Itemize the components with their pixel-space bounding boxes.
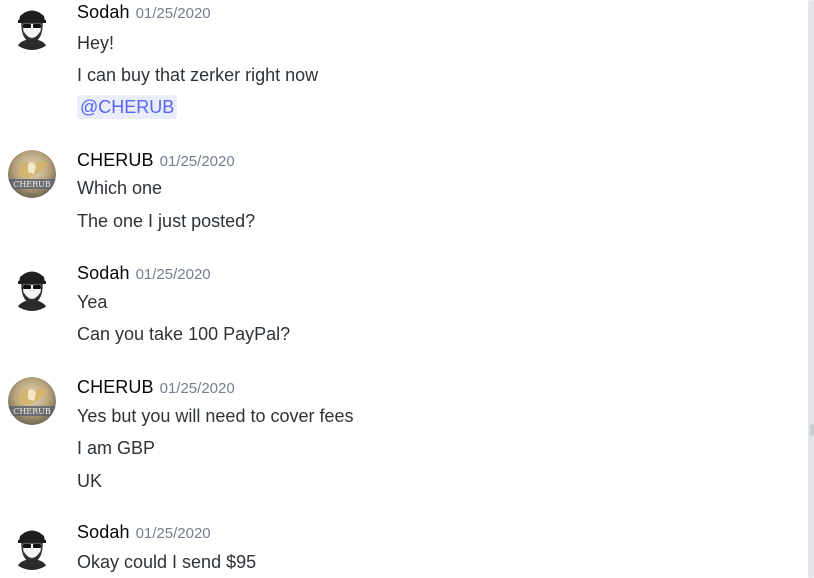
message-list: Sodah 01/25/2020 Hey! I can buy that zerk…	[0, 0, 808, 578]
message-text: Yea	[77, 292, 108, 312]
message-text: UK	[77, 471, 103, 491]
scroll-indicator	[810, 424, 814, 436]
timestamp: 01/25/2020	[159, 153, 235, 170]
avatar[interactable]	[8, 522, 56, 570]
message-group: CHERUB CHERUB 01/25/2020 Yes but you will…	[0, 377, 808, 497]
sodah-avatar-icon	[8, 522, 56, 570]
message-header: CHERUB 01/25/2020	[77, 377, 235, 401]
message-text: Yes but you will need to cover fees	[77, 406, 354, 426]
message-header: CHERUB 01/25/2020	[77, 150, 235, 174]
cherub-avatar-icon: CHERUB	[8, 150, 56, 198]
message-text: Which one	[77, 178, 163, 198]
username[interactable]: Sodah	[77, 2, 130, 22]
message-header: Sodah 01/25/2020	[77, 263, 211, 287]
message-group: Sodah 01/25/2020 Hey! I can buy that zerk…	[0, 2, 808, 122]
message-text: I can buy that zerker right now	[77, 65, 319, 85]
message-text: Okay could I send $95	[77, 552, 257, 572]
timestamp: 01/25/2020	[135, 5, 211, 22]
username[interactable]: Sodah	[77, 522, 130, 542]
message-group: CHERUB CHERUB 01/25/2020 Which one The on…	[0, 150, 808, 240]
message-header: Sodah 01/25/2020	[77, 2, 211, 26]
avatar[interactable]: CHERUB	[8, 150, 56, 198]
message-text: Can you take 100 PayPal?	[77, 324, 291, 344]
timestamp: 01/25/2020	[159, 380, 235, 397]
svg-text:CHERUB: CHERUB	[13, 407, 51, 416]
avatar[interactable]: CHERUB	[8, 377, 56, 425]
avatar[interactable]	[8, 2, 56, 50]
scrollbar[interactable]	[808, 0, 814, 578]
message-header: Sodah 01/25/2020	[77, 522, 211, 546]
message-mention-line: @CHERUB	[77, 95, 178, 119]
message-text: I am GBP	[77, 438, 156, 458]
username[interactable]: CHERUB	[77, 150, 154, 170]
avatar[interactable]	[8, 263, 56, 311]
username[interactable]: Sodah	[77, 263, 130, 283]
svg-text:CHERUB: CHERUB	[13, 180, 51, 189]
message-group: Sodah 01/25/2020 Yea Can you take 100 Pay…	[0, 263, 808, 353]
message-group: Sodah 01/25/2020 Okay could I send $95	[0, 522, 808, 578]
timestamp: 01/25/2020	[135, 266, 211, 283]
message-text: Hey!	[77, 33, 115, 53]
timestamp: 01/25/2020	[135, 525, 211, 542]
cherub-avatar-icon: CHERUB	[8, 377, 56, 425]
username[interactable]: CHERUB	[77, 377, 154, 397]
scrollbar-thumb[interactable]	[808, 0, 814, 578]
user-mention[interactable]: @CHERUB	[77, 95, 178, 119]
sodah-avatar-icon	[8, 263, 56, 311]
message-text: The one I just posted?	[77, 211, 256, 231]
sodah-avatar-icon	[8, 2, 56, 50]
